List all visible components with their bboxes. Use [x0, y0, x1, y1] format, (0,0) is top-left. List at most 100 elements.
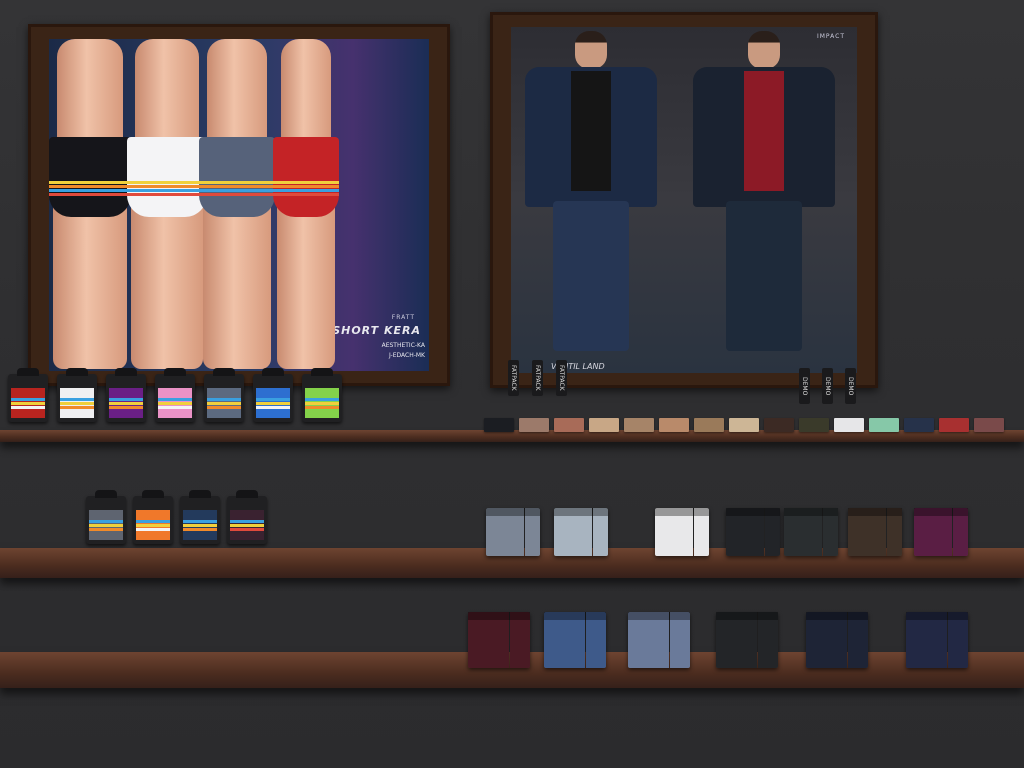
brief-stripe: [127, 181, 207, 184]
product-box[interactable]: [86, 490, 126, 544]
box-stripe: [89, 528, 123, 531]
fabric-swatch[interactable]: [939, 418, 969, 432]
fabric-swatch[interactable]: [904, 418, 934, 432]
model-figure: [49, 39, 131, 369]
product-box[interactable]: [302, 368, 342, 422]
product-pack[interactable]: [554, 508, 608, 556]
fabric-swatch[interactable]: [869, 418, 899, 432]
fabric-swatch[interactable]: [729, 418, 759, 432]
box-stripe: [158, 398, 192, 401]
product-box[interactable]: [253, 368, 293, 422]
product-pack[interactable]: [806, 612, 868, 668]
box-stripe: [305, 406, 339, 409]
box-stripe: [89, 520, 123, 523]
fabric-swatch[interactable]: [764, 418, 794, 432]
product-pack[interactable]: [906, 612, 968, 668]
box-stripe: [158, 406, 192, 409]
brief-stripe: [273, 189, 339, 192]
model-torso: [207, 39, 267, 149]
product-box[interactable]: [57, 368, 97, 422]
hanger-tab: [189, 490, 211, 498]
box-face: [11, 388, 45, 418]
poster-short-kera[interactable]: SHORT KERA AESTHETIC-KA J-EDACH-MK FRATT: [28, 24, 450, 386]
fabric-swatch[interactable]: [799, 418, 829, 432]
demo-tag[interactable]: DEMO: [845, 368, 856, 404]
shirt: [571, 71, 611, 191]
brief-stripe: [199, 185, 275, 188]
product-box[interactable]: [204, 368, 244, 422]
model-torso: [57, 39, 123, 149]
box-stripe: [158, 402, 192, 405]
brief-stripe: [199, 193, 275, 196]
product-pack[interactable]: [848, 508, 902, 556]
fabric-swatch[interactable]: [519, 418, 549, 432]
product-pack[interactable]: [486, 508, 540, 556]
product-box[interactable]: [227, 490, 267, 544]
box-face: [109, 388, 143, 418]
product-pack[interactable]: [655, 508, 709, 556]
pack-top: [914, 508, 968, 516]
product-pack[interactable]: [628, 612, 690, 668]
demo-tag[interactable]: DEMO: [822, 368, 833, 404]
product-box[interactable]: [8, 368, 48, 422]
box-stripe: [109, 406, 143, 409]
hanger-tab: [311, 368, 333, 376]
fabric-swatch[interactable]: [589, 418, 619, 432]
fabric-swatch[interactable]: [694, 418, 724, 432]
product-pack[interactable]: [716, 612, 778, 668]
fabric-swatch[interactable]: [554, 418, 584, 432]
pack-top: [848, 508, 902, 516]
poster-image: IMPACT VUNTIL LAND: [511, 27, 857, 373]
product-pack[interactable]: [544, 612, 606, 668]
box-stripe: [256, 406, 290, 409]
poster-jeans-jacket[interactable]: IMPACT VUNTIL LAND: [490, 12, 878, 388]
pack-top: [784, 508, 838, 516]
product-box[interactable]: [106, 368, 146, 422]
box-stripe: [256, 398, 290, 401]
model-figure: [521, 31, 661, 361]
box-stripe: [136, 520, 170, 523]
box-stripe: [60, 398, 94, 401]
box-face: [183, 510, 217, 540]
product-box[interactable]: [180, 490, 220, 544]
box-stripe: [256, 402, 290, 405]
fatpack-tag[interactable]: FATPACK: [508, 360, 519, 396]
fabric-swatch[interactable]: [659, 418, 689, 432]
brief-stripe: [49, 181, 131, 184]
box-stripe: [183, 520, 217, 523]
box-stripe: [207, 398, 241, 401]
product-pack[interactable]: [914, 508, 968, 556]
box-stripe: [207, 402, 241, 405]
fabric-swatch[interactable]: [484, 418, 514, 432]
jeans: [553, 201, 629, 351]
brief-stripe: [199, 189, 275, 192]
brief-stripe: [273, 181, 339, 184]
box-stripe: [109, 398, 143, 401]
box-face: [256, 388, 290, 418]
fabric-swatch[interactable]: [624, 418, 654, 432]
fabric-swatch[interactable]: [974, 418, 1004, 432]
pack-top: [554, 508, 608, 516]
demo-tag[interactable]: DEMO: [799, 368, 810, 404]
product-box[interactable]: [155, 368, 195, 422]
product-box[interactable]: [133, 490, 173, 544]
hanger-tab: [142, 490, 164, 498]
model-figure: [273, 39, 339, 369]
pack-top: [468, 612, 530, 620]
pack-top: [628, 612, 690, 620]
product-pack[interactable]: [726, 508, 780, 556]
poster-subtitle: AESTHETIC-KA: [381, 342, 425, 349]
product-pack[interactable]: [784, 508, 838, 556]
box-stripe: [230, 528, 264, 531]
box-stripe: [230, 520, 264, 523]
pack-top: [486, 508, 540, 516]
fatpack-tag[interactable]: FATPACK: [532, 360, 543, 396]
jeans: [726, 201, 802, 351]
fatpack-tag[interactable]: FATPACK: [556, 360, 567, 396]
product-pack[interactable]: [468, 612, 530, 668]
hanger-tab: [213, 368, 235, 376]
fabric-swatch[interactable]: [834, 418, 864, 432]
brief-stripe: [127, 193, 207, 196]
brief-stripe: [199, 181, 275, 184]
brief-stripe: [127, 189, 207, 192]
